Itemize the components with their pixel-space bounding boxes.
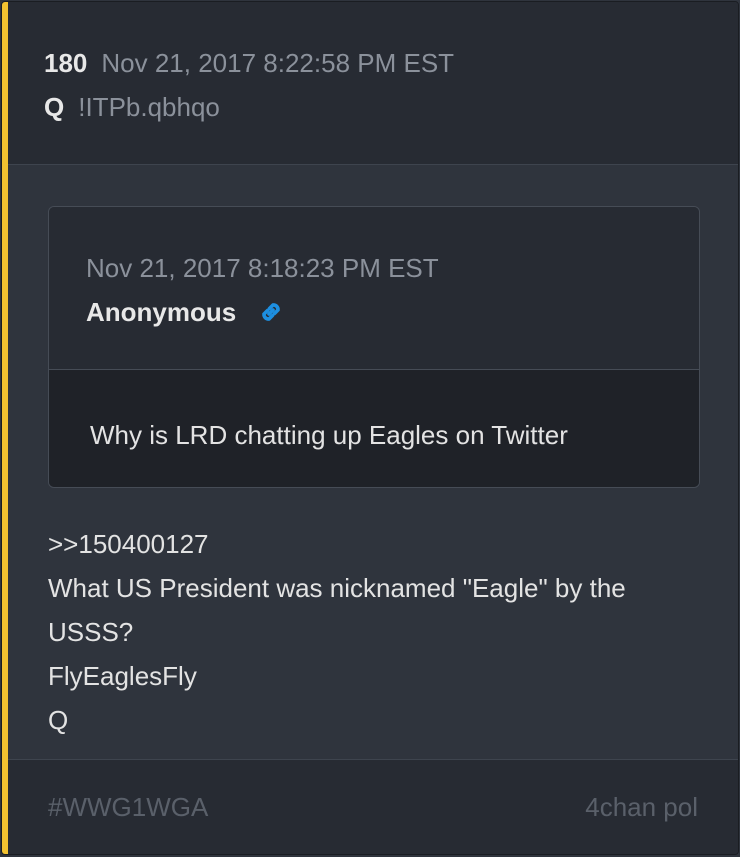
post-card: 180 Nov 21, 2017 8:22:58 PM EST Q !ITPb.qb… — [1, 1, 739, 855]
link-icon[interactable] — [256, 297, 286, 327]
post-timestamp: Nov 21, 2017 8:22:58 PM EST — [101, 48, 455, 78]
post-author-line: Q !ITPb.qbhqo — [44, 90, 220, 124]
post-header: 180 Nov 21, 2017 8:22:58 PM EST Q !ITPb.qb… — [8, 2, 738, 165]
post-body: >>150400127 What US President was nickna… — [48, 522, 688, 742]
hashtag-link[interactable]: #WWG1WGA — [48, 790, 208, 824]
quoted-post-timestamp: Nov 21, 2017 8:18:23 PM EST — [86, 253, 439, 283]
post-author: Q — [44, 92, 65, 122]
post-footer: #WWG1WGA 4chan pol — [8, 759, 738, 854]
post-meta: 180 Nov 21, 2017 8:22:58 PM EST — [44, 46, 454, 80]
quoted-post-body: Why is LRD chatting up Eagles on Twitter — [49, 370, 699, 487]
post-body-line: USSS? — [48, 617, 134, 647]
post-reply-link[interactable]: >>150400127 — [48, 522, 688, 566]
post-source: 4chan pol — [585, 792, 698, 822]
quoted-post-author: Anonymous — [86, 297, 237, 327]
post-signature: Q — [48, 705, 69, 735]
post-body-line: FlyEaglesFly — [48, 661, 197, 691]
quoted-post-header: Nov 21, 2017 8:18:23 PM EST Anonymous — [49, 207, 699, 370]
post-tripcode: !ITPb.qbhqo — [78, 92, 220, 122]
quoted-post-author-line: Anonymous — [86, 295, 286, 329]
post-number: 180 — [44, 48, 88, 78]
post-body-line: What US President was nicknamed "Eagle" … — [48, 573, 626, 603]
quoted-post-text: Why is LRD chatting up Eagles on Twitter — [90, 420, 568, 450]
quoted-post: Nov 21, 2017 8:18:23 PM EST Anonymous Wh… — [48, 206, 700, 488]
